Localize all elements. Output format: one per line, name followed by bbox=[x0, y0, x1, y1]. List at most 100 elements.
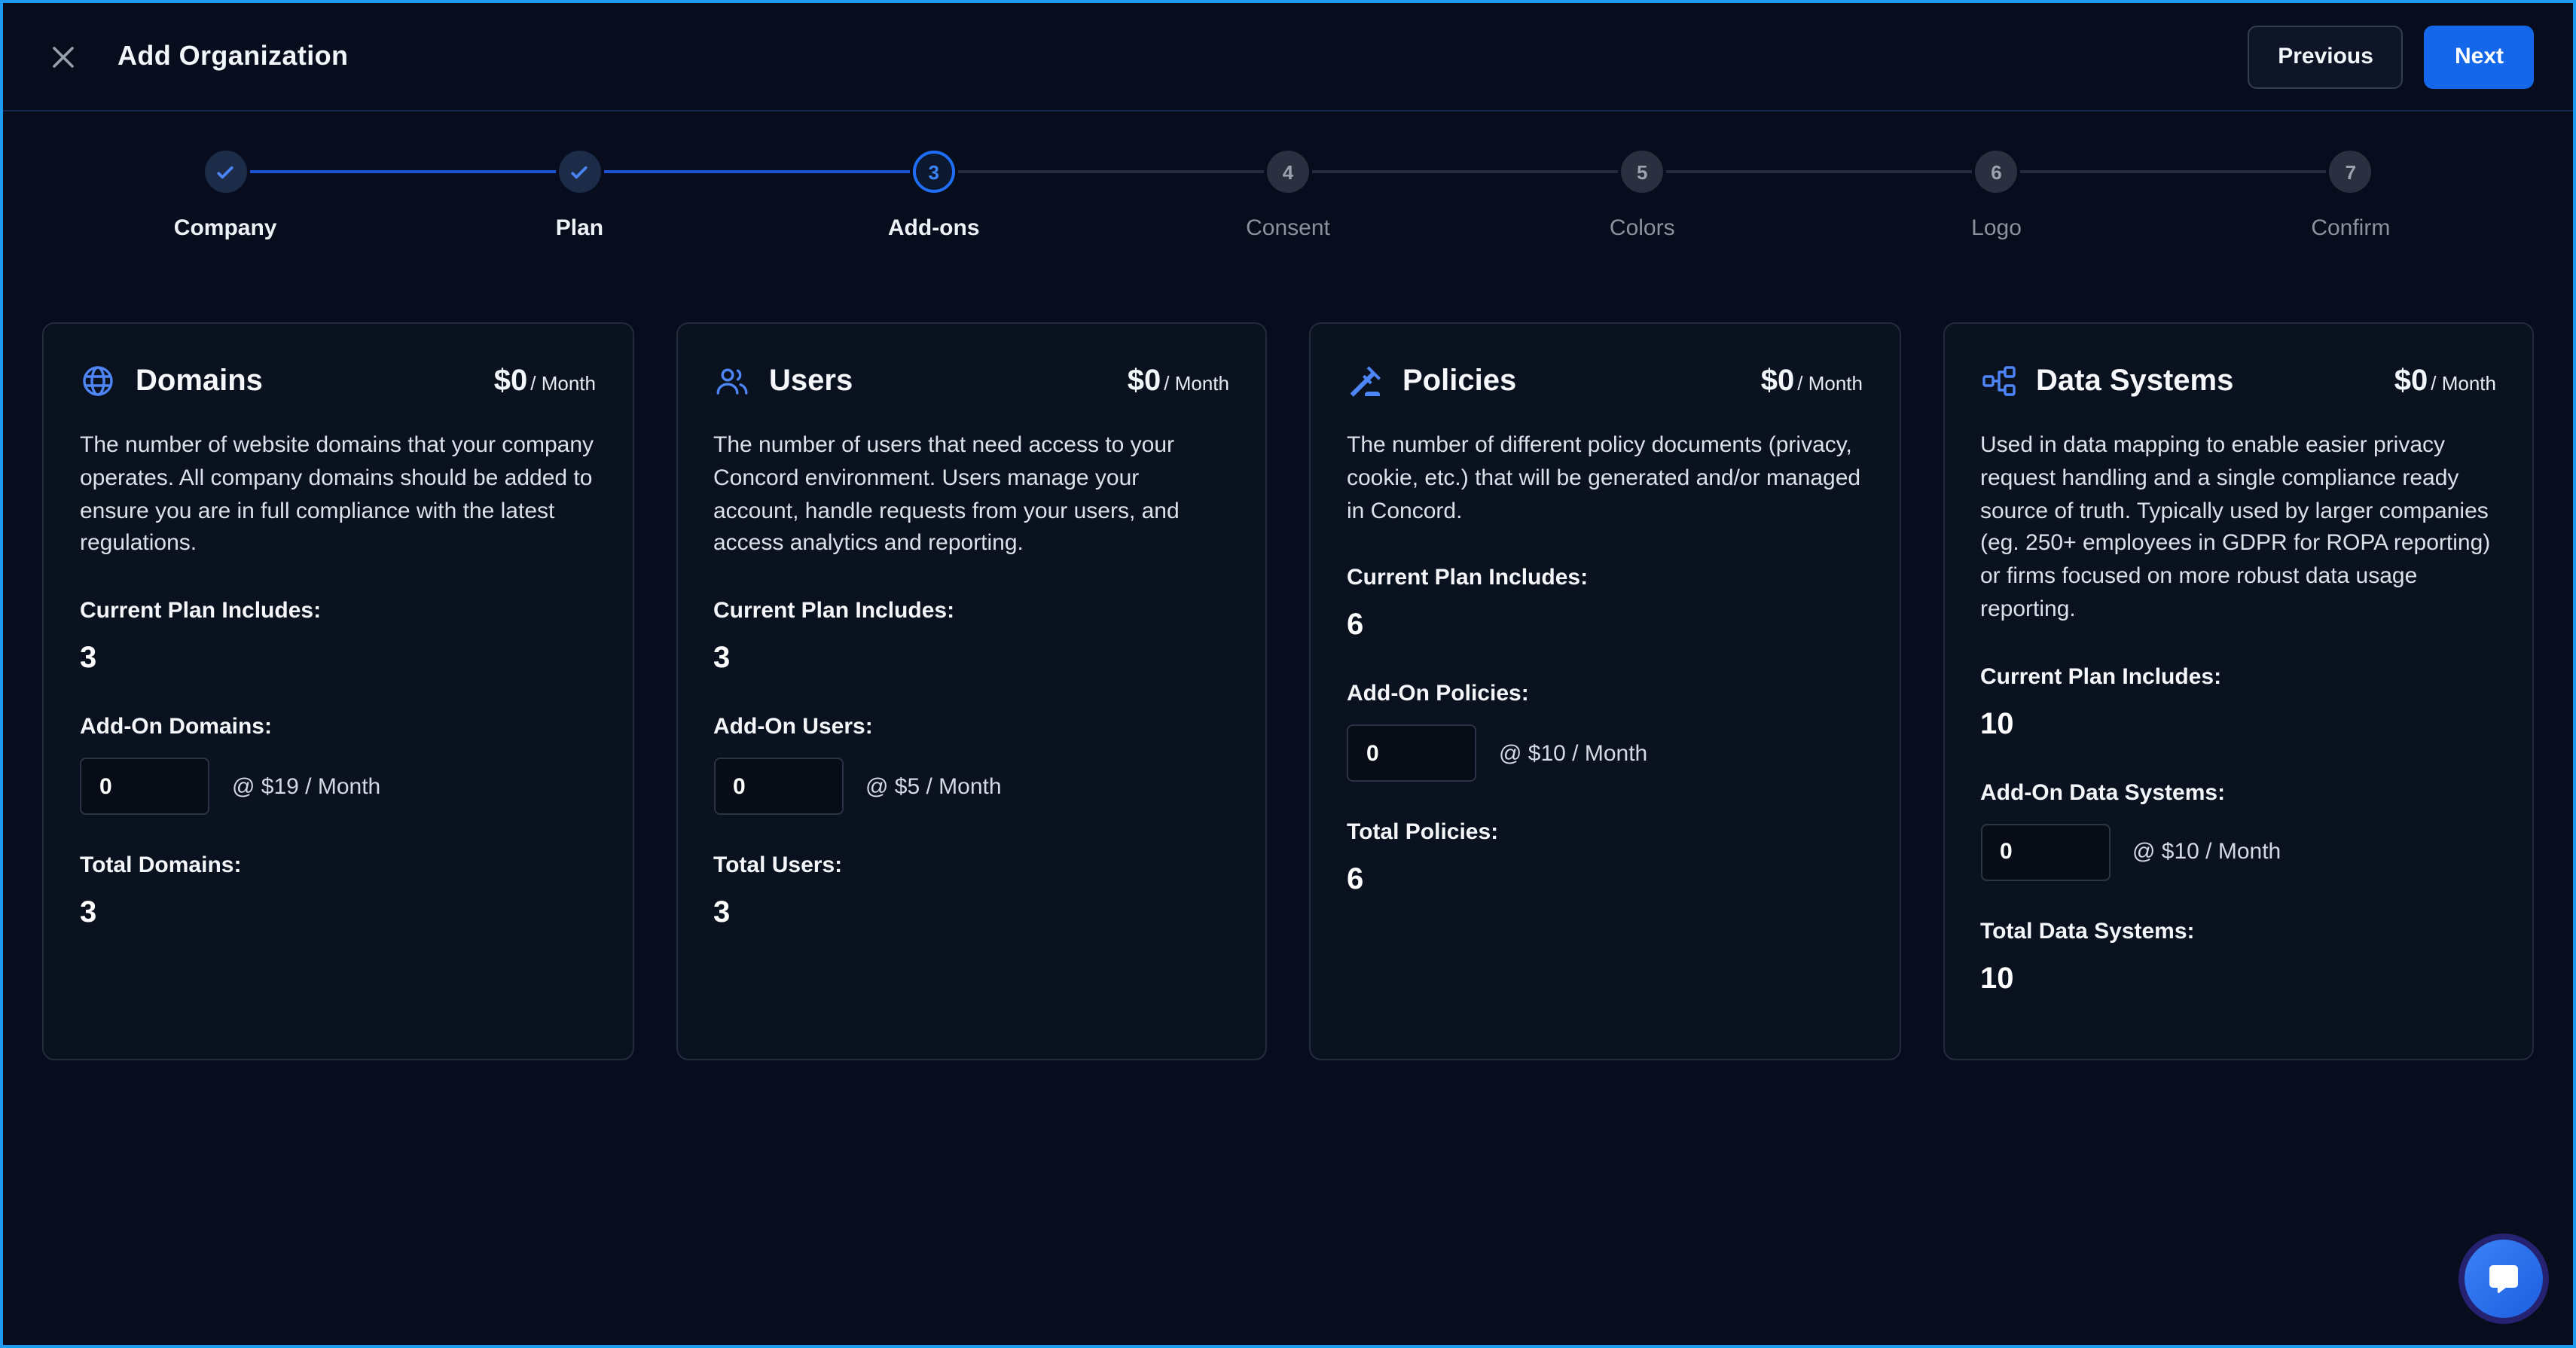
step-number: 5 bbox=[1637, 160, 1647, 183]
stepper-steps: Company Plan 3 Add-ons 4 Consent bbox=[48, 151, 2528, 241]
current-plan-value: 3 bbox=[80, 642, 596, 676]
price-amount: $0 bbox=[1761, 364, 1795, 398]
step-label: Logo bbox=[1971, 215, 2022, 241]
next-button[interactable]: Next bbox=[2425, 25, 2534, 88]
chat-launcher-button[interactable] bbox=[2465, 1240, 2543, 1318]
step-number: 4 bbox=[1283, 160, 1293, 183]
card-price: $0 / Month bbox=[1128, 364, 1229, 398]
card-header: Data Systems $0 / Month bbox=[1980, 363, 2496, 399]
viewport: Add Organization Previous Next Company P… bbox=[0, 0, 2576, 1348]
addon-rate: @ $5 / Month bbox=[865, 773, 1002, 799]
addon-rate: @ $10 / Month bbox=[2132, 839, 2281, 865]
price-period: / Month bbox=[1164, 371, 1229, 394]
addon-row: @ $10 / Month bbox=[1347, 725, 1863, 782]
addon-rate: @ $10 / Month bbox=[1499, 741, 1647, 767]
card-header: Policies $0 / Month bbox=[1347, 363, 1863, 399]
card-price: $0 / Month bbox=[2394, 364, 2496, 398]
addon-quantity-input[interactable] bbox=[1980, 823, 2110, 880]
card-description: The number of users that need access to … bbox=[713, 429, 1229, 560]
price-period: / Month bbox=[530, 371, 596, 394]
addon-card-data-systems: Data Systems $0 / Month Used in data map… bbox=[1943, 322, 2534, 1060]
stepper-step-add-ons[interactable]: 3 Add-ons bbox=[757, 151, 1111, 241]
modal-header: Add Organization Previous Next bbox=[3, 3, 2573, 111]
addon-row: @ $10 / Month bbox=[1980, 823, 2496, 880]
addon-cards: Domains $0 / Month The number of website… bbox=[3, 322, 2573, 1060]
chat-bubble-icon bbox=[2486, 1261, 2522, 1297]
stepper-step-consent[interactable]: 4 Consent bbox=[1111, 151, 1465, 241]
total-value: 6 bbox=[1347, 864, 1863, 898]
addon-label: Add-On Data Systems: bbox=[1980, 779, 2496, 805]
previous-button[interactable]: Previous bbox=[2248, 25, 2404, 88]
addon-label: Add-On Users: bbox=[713, 714, 1229, 740]
close-button[interactable] bbox=[42, 35, 84, 78]
current-plan-value: 10 bbox=[1980, 707, 2496, 742]
current-plan-label: Current Plan Includes: bbox=[80, 598, 596, 624]
card-description: The number of different policy documents… bbox=[1347, 429, 1863, 528]
step-circle-upcoming: 7 bbox=[2330, 151, 2372, 193]
step-circle-current: 3 bbox=[913, 151, 955, 193]
addon-card-policies: Policies $0 / Month The number of differ… bbox=[1309, 322, 1900, 1060]
stepper-step-confirm[interactable]: 7 Confirm bbox=[2174, 151, 2528, 241]
step-circle-upcoming: 6 bbox=[1976, 151, 2018, 193]
current-plan-label: Current Plan Includes: bbox=[1347, 566, 1863, 591]
addon-quantity-input[interactable] bbox=[713, 758, 843, 815]
card-title: Data Systems bbox=[2036, 364, 2233, 398]
gavel-icon bbox=[1347, 363, 1383, 399]
step-label: Company bbox=[174, 215, 277, 241]
price-amount: $0 bbox=[2394, 364, 2428, 398]
addon-rate: @ $19 / Month bbox=[232, 773, 380, 799]
addon-label: Add-On Domains: bbox=[80, 714, 596, 740]
step-label: Add-ons bbox=[888, 215, 980, 241]
stepper-step-company[interactable]: Company bbox=[48, 151, 402, 241]
price-period: / Month bbox=[2431, 371, 2496, 394]
wizard-stepper: Company Plan 3 Add-ons 4 Consent bbox=[3, 111, 2573, 241]
addon-quantity-input[interactable] bbox=[80, 758, 209, 815]
current-plan-value: 3 bbox=[713, 642, 1229, 676]
total-label: Total Domains: bbox=[80, 852, 596, 878]
addon-label: Add-On Policies: bbox=[1347, 682, 1863, 707]
current-plan-label: Current Plan Includes: bbox=[713, 598, 1229, 624]
step-circle-completed bbox=[558, 151, 600, 193]
check-icon bbox=[214, 160, 237, 183]
card-header: Domains $0 / Month bbox=[80, 363, 596, 399]
card-title: Domains bbox=[136, 364, 263, 398]
price-amount: $0 bbox=[494, 364, 528, 398]
stepper-step-plan[interactable]: Plan bbox=[402, 151, 756, 241]
users-icon bbox=[713, 363, 749, 399]
step-number: 3 bbox=[928, 160, 939, 183]
addon-quantity-input[interactable] bbox=[1347, 725, 1476, 782]
header-actions: Previous Next bbox=[2248, 25, 2534, 88]
step-circle-upcoming: 4 bbox=[1267, 151, 1309, 193]
card-description: The number of website domains that your … bbox=[80, 429, 596, 560]
step-circle-completed bbox=[204, 151, 246, 193]
addon-card-domains: Domains $0 / Month The number of website… bbox=[42, 322, 633, 1060]
stepper-step-logo[interactable]: 6 Logo bbox=[1819, 151, 2173, 241]
page-title: Add Organization bbox=[118, 41, 348, 72]
total-label: Total Data Systems: bbox=[1980, 918, 2496, 944]
step-number: 6 bbox=[1991, 160, 2001, 183]
addon-row: @ $5 / Month bbox=[713, 758, 1229, 815]
addon-card-users: Users $0 / Month The number of users tha… bbox=[676, 322, 1267, 1060]
total-value: 10 bbox=[1980, 962, 2496, 996]
card-price: $0 / Month bbox=[1761, 364, 1863, 398]
close-icon bbox=[50, 43, 77, 70]
price-period: / Month bbox=[1797, 371, 1863, 394]
total-label: Total Policies: bbox=[1347, 820, 1863, 846]
step-label: Confirm bbox=[2311, 215, 2390, 241]
card-title: Users bbox=[769, 364, 853, 398]
current-plan-label: Current Plan Includes: bbox=[1980, 663, 2496, 689]
card-price: $0 / Month bbox=[494, 364, 596, 398]
stepper-step-colors[interactable]: 5 Colors bbox=[1465, 151, 1819, 241]
data-systems-icon bbox=[1980, 363, 2016, 399]
step-label: Colors bbox=[1610, 215, 1675, 241]
card-description: Used in data mapping to enable easier pr… bbox=[1980, 429, 2496, 626]
step-label: Plan bbox=[556, 215, 603, 241]
current-plan-value: 6 bbox=[1347, 609, 1863, 644]
total-label: Total Users: bbox=[713, 852, 1229, 878]
total-value: 3 bbox=[80, 896, 596, 931]
card-title: Policies bbox=[1402, 364, 1516, 398]
step-label: Consent bbox=[1246, 215, 1330, 241]
step-circle-upcoming: 5 bbox=[1621, 151, 1663, 193]
total-value: 3 bbox=[713, 896, 1229, 931]
card-header: Users $0 / Month bbox=[713, 363, 1229, 399]
